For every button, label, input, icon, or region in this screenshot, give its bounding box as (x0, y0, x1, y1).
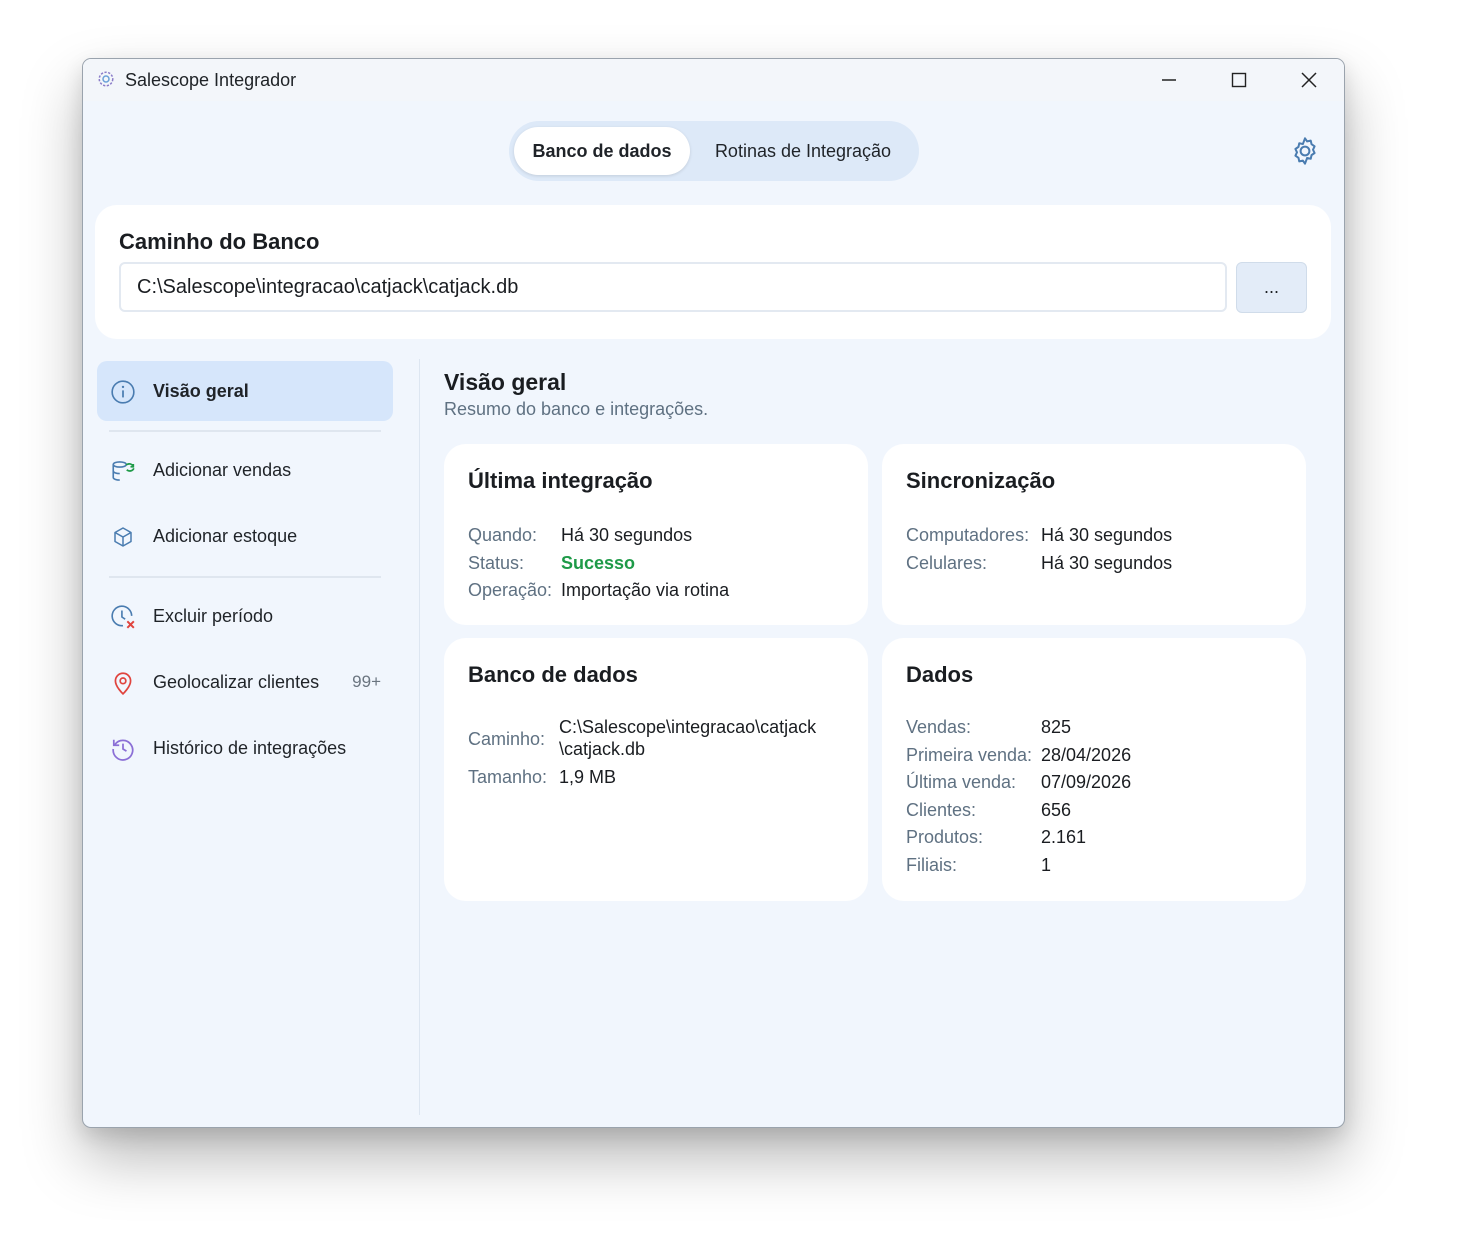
kv-label: Computadores: (906, 525, 1030, 545)
settings-button[interactable] (1287, 133, 1323, 169)
kv-value: \catjack.db (559, 739, 646, 759)
card-title: Última integração (468, 468, 653, 493)
database-path-input[interactable]: C:\Salescope\integracao\catjack\catjack.… (119, 262, 1227, 312)
kv-value: Há 30 segundos (1041, 525, 1173, 545)
kv-label: Última venda: (906, 772, 1017, 792)
sidebar-divider (109, 576, 381, 578)
kv-label: Tamanho: (468, 767, 548, 787)
path-title: Caminho do Banco (119, 229, 320, 254)
maximize-icon (1231, 72, 1247, 88)
kv-value: 2.161 (1041, 827, 1087, 847)
kv-value: 825 (1041, 717, 1072, 737)
sidebar-item-historico-de-integracoes[interactable]: Histórico de integrações (97, 718, 393, 778)
title-bar: Salescope Integrador (83, 59, 1344, 101)
card-dados: Dados Vendas: 825 Primeira venda: 28/04/… (882, 638, 1306, 901)
close-icon (1301, 72, 1317, 88)
history-icon (110, 736, 136, 762)
gear-icon (1294, 137, 1316, 165)
kv-label: Clientes: (906, 800, 977, 820)
page-subtitle: Resumo do banco e integrações. (444, 399, 709, 419)
sidebar-item-geolocalizar-clientes[interactable]: Geolocalizar clientes 99+ (97, 652, 393, 712)
database-sync-icon (110, 458, 136, 484)
card-title: Sincronização (906, 468, 1056, 493)
kv-value: Importação via rotina (561, 580, 730, 600)
sidebar-item-adicionar-vendas[interactable]: Adicionar vendas (97, 440, 393, 500)
sidebar-item-label: Visão geral (153, 380, 249, 401)
kv-label: Vendas: (906, 717, 972, 737)
kv-value: 1,9 MB (559, 767, 617, 787)
kv-value: C:\Salescope\integracao\catjack (559, 717, 817, 737)
sidebar-separator (419, 359, 420, 1115)
sidebar-item-adicionar-estoque[interactable]: Adicionar estoque (97, 506, 393, 566)
window-title: Salescope Integrador (125, 70, 297, 90)
kv-label: Caminho: (468, 729, 546, 749)
sidebar-item-label: Geolocalizar clientes (153, 671, 320, 692)
sidebar-item-label: Excluir período (153, 605, 274, 626)
card-title: Dados (906, 662, 974, 687)
tab-switcher: Banco de dados Rotinas de Integração (509, 121, 919, 181)
count-badge: 99+ (352, 672, 381, 691)
box-icon (110, 524, 136, 550)
kv-label: Primeira venda: (906, 745, 1033, 765)
close-button[interactable] (1274, 59, 1344, 101)
kv-label: Operação: (468, 580, 553, 600)
sidebar-divider (109, 430, 381, 432)
kv-label: Filiais: (906, 855, 958, 875)
card-sincronizacao: Sincronização Computadores: Há 30 segund… (882, 444, 1306, 625)
kv-label: Celulares: (906, 553, 988, 573)
kv-label: Quando: (468, 525, 538, 545)
maximize-button[interactable] (1204, 59, 1274, 101)
kv-label: Produtos: (906, 827, 984, 847)
kv-value: 1 (1041, 855, 1052, 875)
kv-value: 656 (1041, 800, 1072, 820)
browse-button[interactable]: ... (1236, 262, 1307, 313)
tab-banco-de-dados[interactable]: Banco de dados (514, 127, 690, 175)
kv-value: 07/09/2026 (1041, 772, 1132, 792)
minimize-button[interactable] (1134, 59, 1204, 101)
clock-x-icon (110, 604, 136, 630)
database-path-card: Caminho do Banco C:\Salescope\integracao… (95, 205, 1331, 339)
app-window: Salescope Integrador Banco de dados Roti… (82, 58, 1345, 1128)
tab-rotinas-de-integracao[interactable]: Rotinas de Integração (693, 127, 913, 175)
sidebar-item-label: Adicionar estoque (153, 525, 298, 546)
status-value: Sucesso (561, 553, 636, 573)
page-title: Visão geral (444, 369, 567, 395)
sidebar-item-label: Histórico de integrações (153, 737, 347, 758)
sidebar-item-visao-geral[interactable]: Visão geral (97, 361, 393, 421)
card-title: Banco de dados (468, 662, 638, 687)
minimize-icon (1162, 79, 1176, 81)
kv-value: 28/04/2026 (1041, 745, 1132, 765)
kv-value: Há 30 segundos (561, 525, 693, 545)
sidebar-item-excluir-periodo[interactable]: Excluir período (97, 586, 393, 646)
sidebar-item-label: Adicionar vendas (153, 459, 292, 480)
kv-value: Há 30 segundos (1041, 553, 1173, 573)
app-gear-icon (98, 71, 114, 87)
card-banco-de-dados: Banco de dados Caminho: C:\Salescope\int… (444, 638, 868, 901)
card-ultima-integracao: Última integração Quando: Há 30 segundos… (444, 444, 868, 625)
info-icon (110, 379, 136, 405)
kv-label: Status: (468, 553, 525, 573)
map-pin-icon (110, 670, 136, 696)
